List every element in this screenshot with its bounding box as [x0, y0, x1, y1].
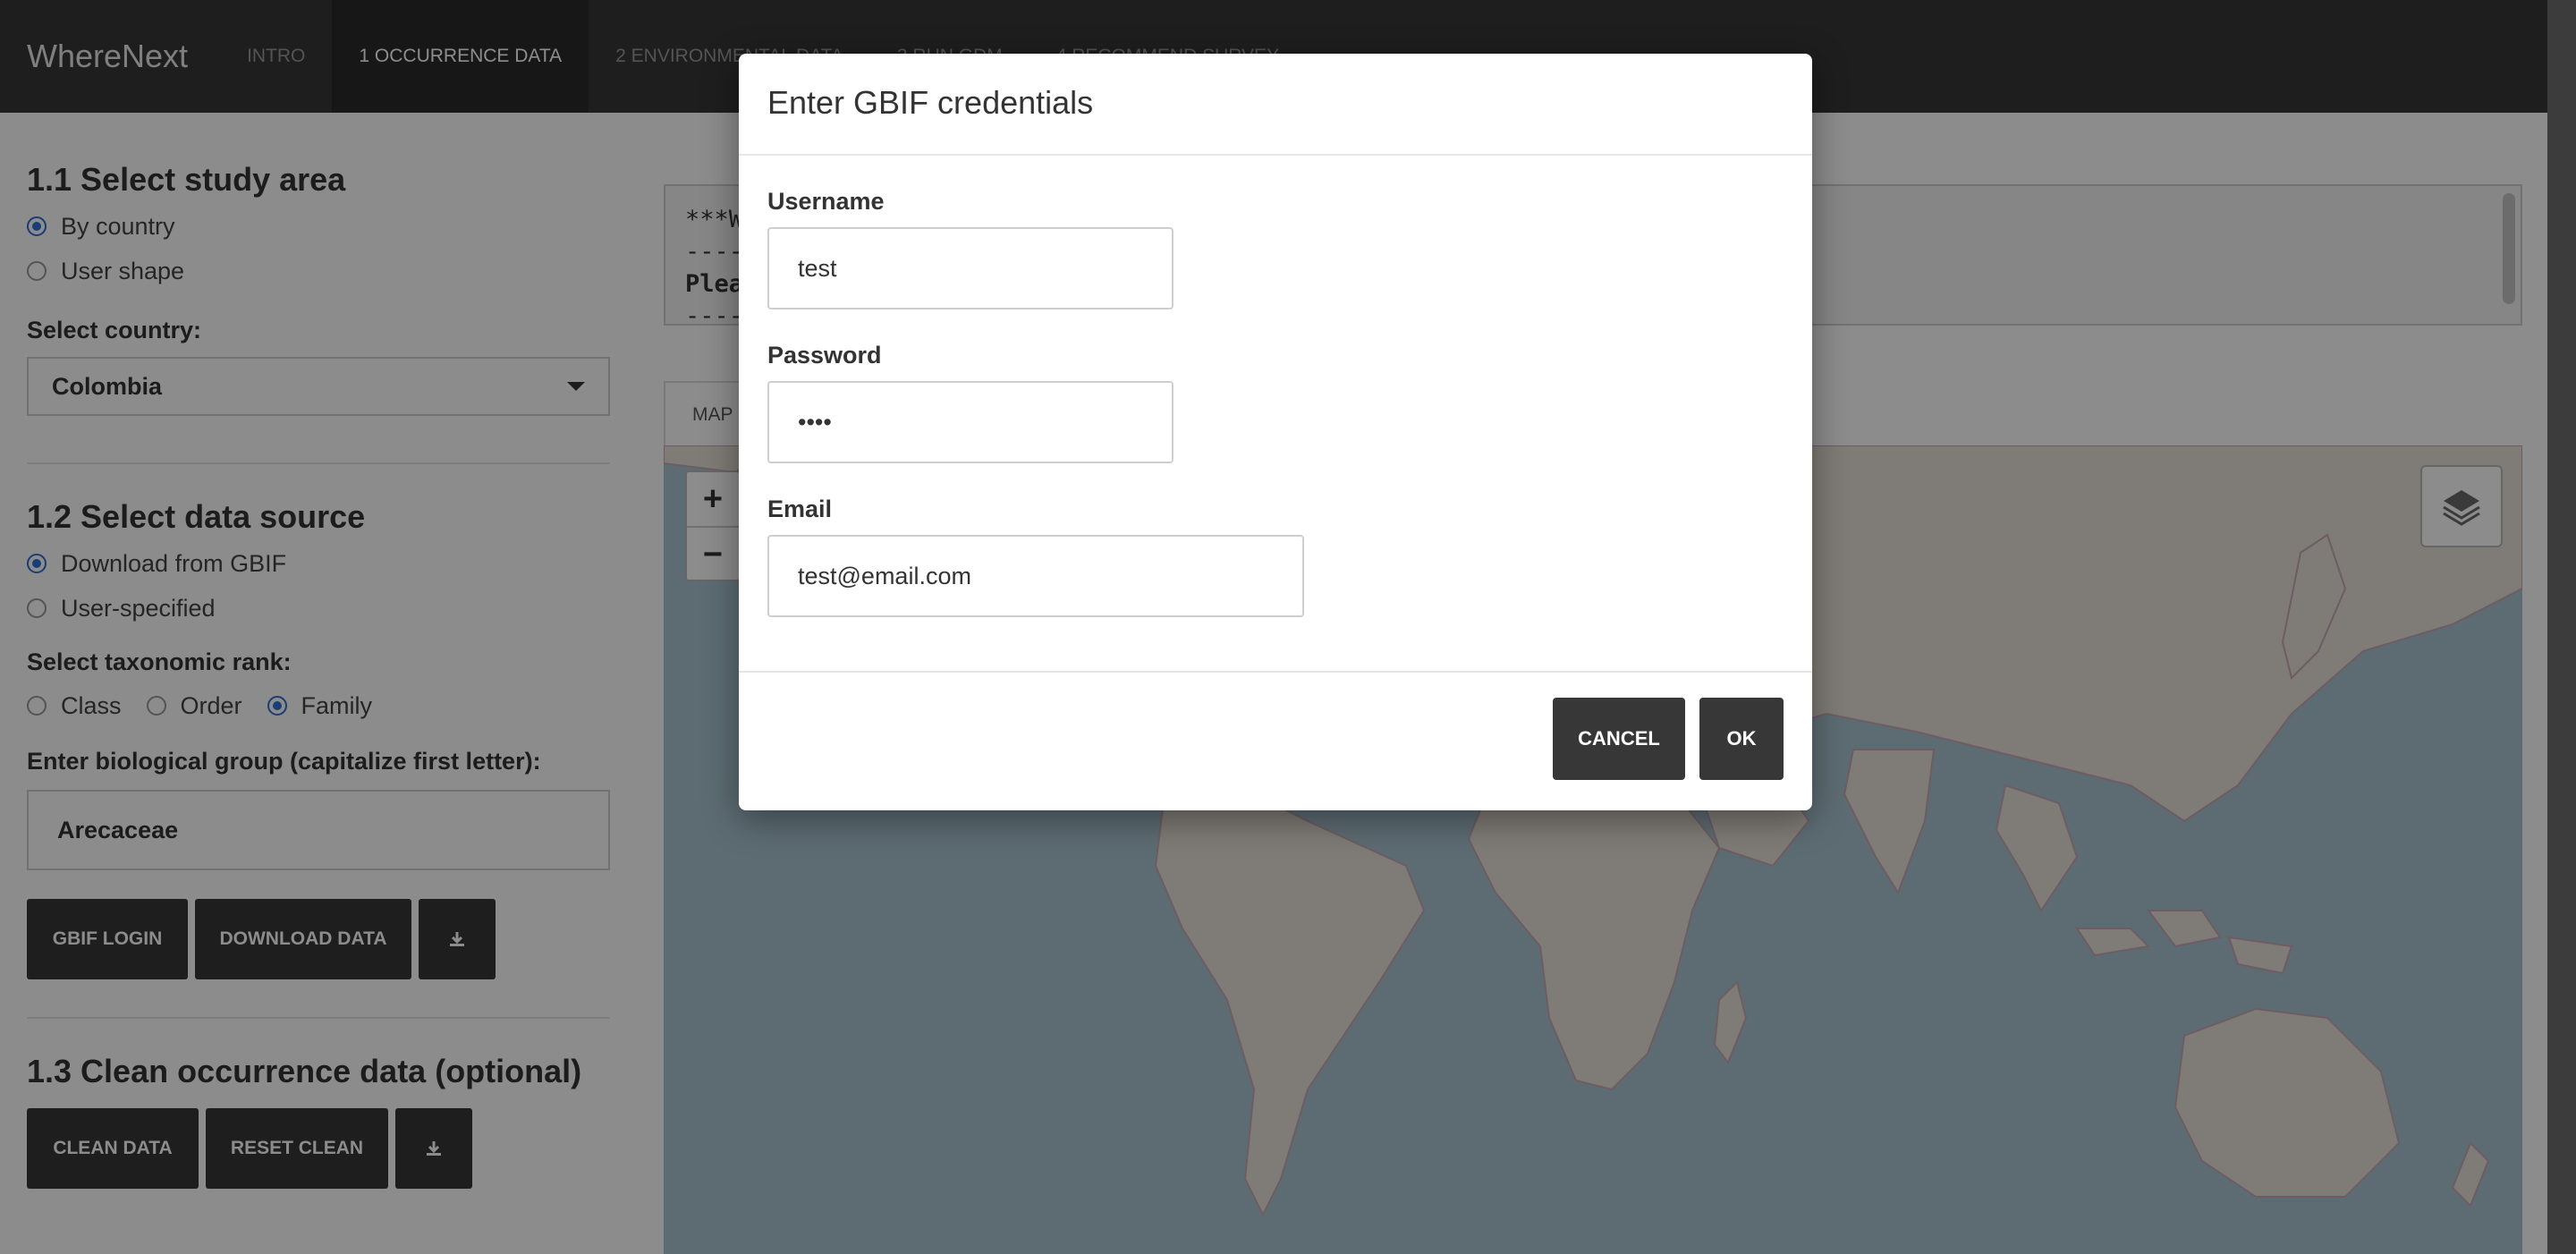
- password-field[interactable]: ••••: [767, 381, 1174, 463]
- username-label: Username: [767, 188, 885, 215]
- email-field[interactable]: test@email.com: [767, 535, 1304, 617]
- gbif-credentials-dialog: Enter GBIF credentials Username test Pas…: [739, 54, 1812, 810]
- dialog-footer-divider: [739, 671, 1812, 673]
- password-label: Password: [767, 342, 882, 369]
- ok-button[interactable]: OK: [1699, 698, 1784, 780]
- username-field[interactable]: test: [767, 227, 1174, 309]
- dialog-header-divider: [739, 154, 1812, 156]
- email-label: Email: [767, 496, 833, 522]
- cancel-button[interactable]: CANCEL: [1553, 698, 1685, 780]
- dialog-title: Enter GBIF credentials: [767, 84, 1094, 121]
